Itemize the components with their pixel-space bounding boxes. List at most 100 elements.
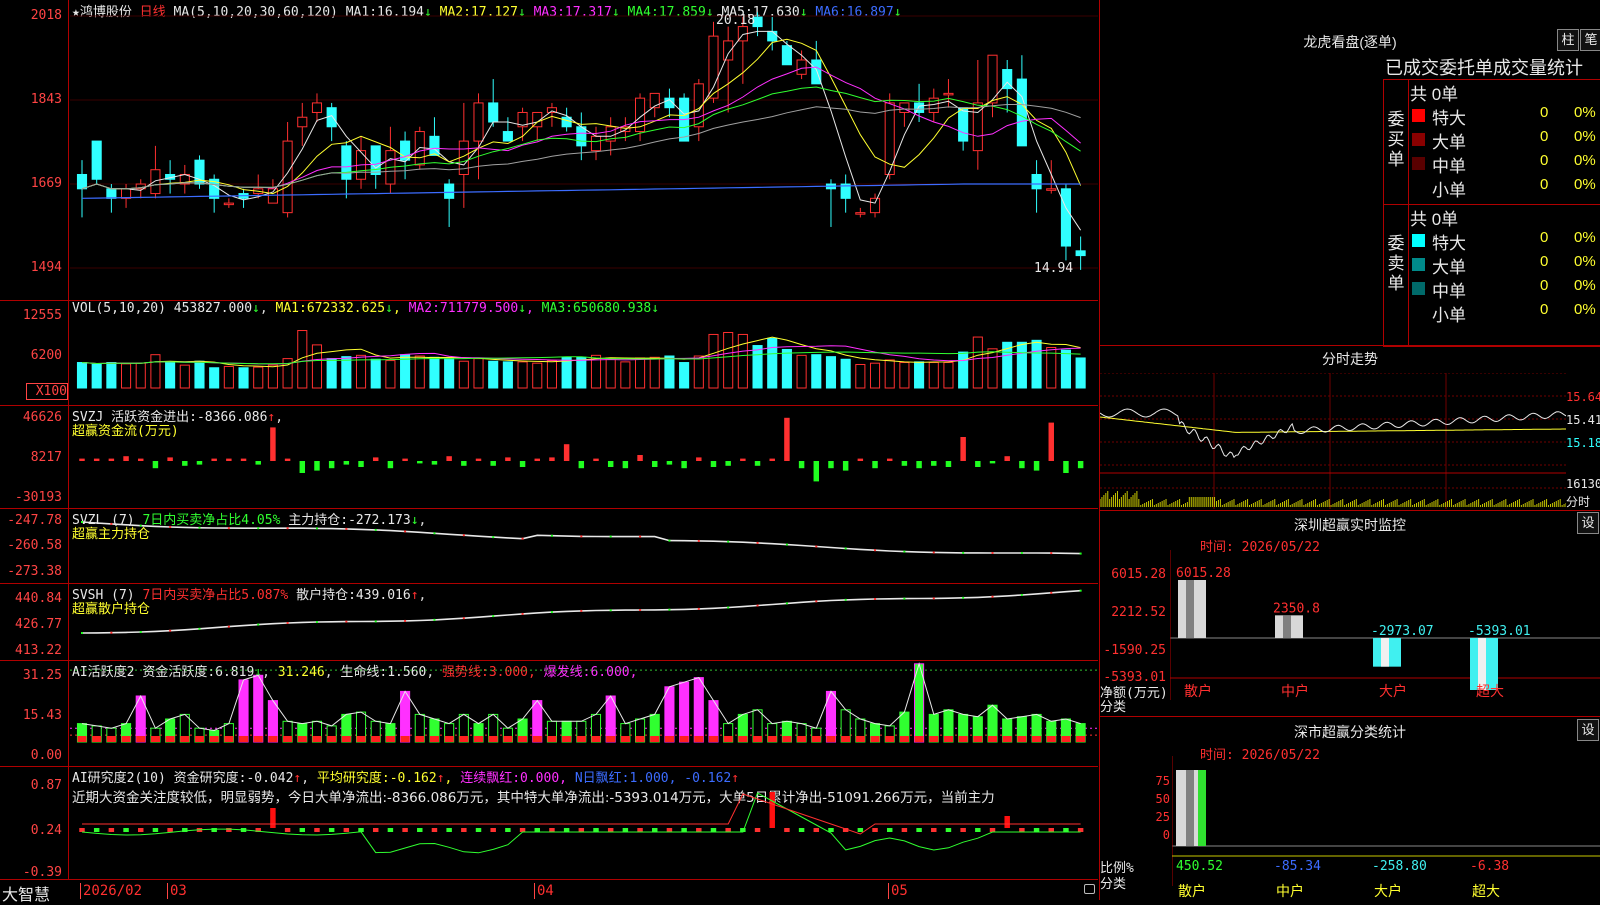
candle [76, 173, 88, 190]
activity-base [664, 736, 674, 742]
activity-base [238, 736, 249, 742]
svzl-chart[interactable] [70, 508, 1098, 583]
flow-bar [534, 458, 540, 461]
volume-pane[interactable]: 12555 6200 X100 VOL(5,10,20) 453827.000↓… [0, 300, 1098, 406]
sell-total: 共 0单 [1410, 210, 1459, 229]
holding-dot [550, 611, 553, 614]
candle [311, 102, 323, 113]
flow-bar [211, 458, 217, 461]
volume-chart[interactable] [70, 300, 1098, 405]
svsh-pane[interactable]: 440.84 426.77 413.22 SVSH (7) 7日内买卖净占比5.… [0, 583, 1098, 661]
flow-bar [1004, 456, 1010, 461]
activity-base [253, 736, 263, 742]
holding-dot [1050, 552, 1053, 555]
volume-bar [546, 360, 557, 389]
monitor-chart: 6015.28 散户 2350.8 中户 -2973.07 大户 -5393.01 超大 [1170, 550, 1600, 700]
classify-value: -85.34 [1274, 859, 1321, 874]
flow-bar [240, 458, 247, 461]
volume-bar [385, 360, 396, 389]
classify-cat-label: 分类 [1100, 877, 1127, 892]
lock-icon[interactable] [1084, 884, 1095, 894]
svsh-chart[interactable] [70, 583, 1098, 660]
ai-research-chart[interactable] [70, 766, 1098, 879]
research-bar [402, 828, 408, 832]
classify-tick: 50 [1155, 792, 1170, 806]
x-label: 05 [888, 883, 908, 899]
lhb-subtitle: 已成交委托单成交量统计 [1385, 58, 1583, 78]
activity-base [635, 736, 645, 742]
activity-base [885, 736, 895, 742]
flow-bar [431, 461, 438, 465]
activity-bar [532, 700, 543, 743]
flow-bar [769, 458, 775, 461]
volume-bar [76, 362, 88, 389]
volume-bar [825, 356, 837, 389]
candle [869, 197, 881, 214]
svzl-tick: -273.38 [7, 564, 62, 579]
activity-base [268, 736, 278, 742]
svzj-chart[interactable] [70, 405, 1098, 508]
candle [576, 126, 587, 147]
activity-base [650, 736, 660, 742]
candle [1031, 173, 1042, 190]
activity-base [77, 736, 87, 742]
flow-bar [152, 461, 159, 469]
research-bar [1063, 828, 1069, 832]
research-bar [578, 828, 585, 832]
volume-bar [238, 367, 249, 389]
research-bar [534, 828, 540, 832]
volume-bar [679, 362, 690, 389]
flow-bar [284, 458, 291, 461]
flow-bar [270, 427, 276, 461]
lhb-row-pct: 0% [1574, 176, 1596, 193]
price-tick: 1494 [30, 260, 62, 275]
classify-category: 中户 [1276, 883, 1304, 900]
lhb-row: 大单 0 0% [1408, 128, 1600, 152]
intraday-tick: 16130 [1566, 477, 1600, 491]
classify-settings-button[interactable]: 设 [1577, 719, 1599, 741]
research-bar [1033, 828, 1040, 832]
classify-category: 大户 [1374, 883, 1402, 900]
activity-base [121, 736, 131, 742]
volume-bar [796, 354, 807, 389]
candle [708, 35, 719, 99]
kline-pane[interactable]: 2018 1843 1669 1494 ★鸿博股份 日线 MA(5,10,20,… [0, 0, 1098, 301]
bar-mode-button[interactable]: 柱 [1557, 29, 1579, 51]
flow-bar [446, 456, 452, 461]
intraday-panel[interactable]: 分时走势 15.64 15.41 15.18 16130 分时 [1099, 345, 1600, 511]
volume-bar [517, 361, 528, 389]
activity-base [459, 736, 469, 742]
flow-bar [343, 461, 350, 465]
volume-bar [767, 337, 778, 389]
intraday-chart[interactable] [1100, 373, 1566, 509]
lhb-row: 特大 0 0% [1408, 104, 1600, 128]
holding-dot [462, 534, 465, 537]
activity-base [782, 736, 792, 742]
volume-bar [223, 365, 234, 389]
volume-bar [605, 357, 616, 389]
svzj-pane[interactable]: 46626 8217 -30193 SVZJ 活跃资金进出:-8366.086↑… [0, 405, 1098, 509]
monitor-settings-button[interactable]: 设 [1577, 512, 1599, 534]
lhb-row: 大单 0 0% [1408, 253, 1600, 277]
holding-dot [550, 534, 553, 537]
research-bar [167, 828, 173, 832]
holding-dot [844, 547, 847, 550]
flow-bar [417, 461, 423, 464]
ai-research-pane[interactable]: 0.87 0.24 -0.39 AI研究度2(10) 资金研究度:-0.042↑… [0, 766, 1098, 880]
holding-dot [903, 550, 906, 553]
ai-active-pane[interactable]: 31.25 15.43 0.00 AI活跃度2 资金活跃度:6.819↓, 31… [0, 660, 1098, 767]
holding-dot [433, 618, 436, 621]
volume-bar [311, 344, 323, 389]
flow-bar [108, 458, 115, 461]
svzl-pane[interactable]: -247.78 -260.58 -273.38 SVZL (7) 7日内买卖净占… [0, 508, 1098, 584]
monitor-bar-shade [1283, 615, 1291, 638]
tick-mode-button[interactable]: 笔 [1580, 29, 1600, 51]
holding-dot [110, 631, 113, 634]
flow-bar [1048, 422, 1054, 461]
activity-base [723, 736, 733, 742]
flow-bar [1033, 461, 1040, 471]
ai-active-chart[interactable] [70, 660, 1098, 766]
holding-dot [727, 540, 730, 543]
holding-dot [697, 539, 700, 542]
kline-chart[interactable] [70, 0, 1098, 300]
